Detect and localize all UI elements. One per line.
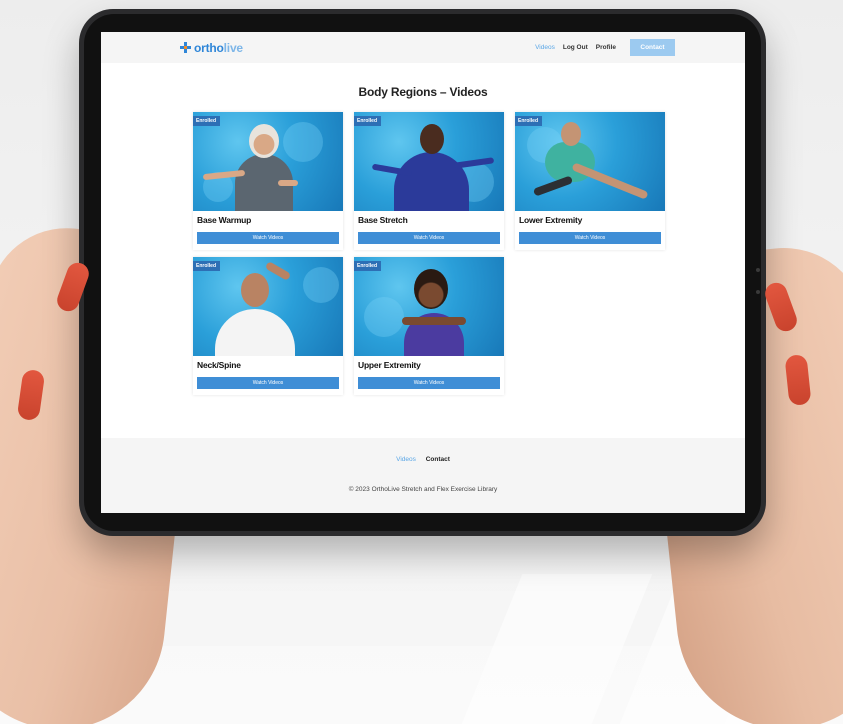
watch-videos-button[interactable]: Watch Videos	[519, 232, 661, 244]
nav-item-profile[interactable]: Profile	[596, 44, 616, 51]
video-card-lower-extremity[interactable]: Enrolled Lower Extremity Watch Videos	[515, 112, 665, 250]
main-nav: Videos Log Out Profile Contact	[535, 39, 675, 56]
enrolled-badge: Enrolled	[354, 116, 382, 126]
video-card-base-stretch[interactable]: Enrolled Base Stretch Watch Videos	[354, 112, 504, 250]
card-thumbnail[interactable]	[193, 112, 343, 211]
watch-videos-button[interactable]: Watch Videos	[197, 377, 339, 389]
cross-logo-icon	[180, 42, 191, 53]
logo[interactable]: ortholive	[180, 41, 243, 55]
card-thumbnail[interactable]	[354, 257, 504, 356]
logo-rest: live	[223, 40, 243, 55]
tablet-camera-icon	[756, 268, 760, 272]
watch-videos-button[interactable]: Watch Videos	[197, 232, 339, 244]
contact-button[interactable]: Contact	[630, 39, 675, 56]
video-card-neck-spine[interactable]: Enrolled Neck/Spine Watch Videos	[193, 257, 343, 395]
nav-item-logout[interactable]: Log Out	[563, 44, 588, 51]
enrolled-badge: Enrolled	[515, 116, 543, 126]
card-title: Base Stretch	[358, 215, 408, 225]
card-thumbnail[interactable]	[193, 257, 343, 356]
video-card-upper-extremity[interactable]: Enrolled Upper Extremity Watch Videos	[354, 257, 504, 395]
logo-brand: ortho	[194, 40, 224, 55]
card-title: Base Warmup	[197, 215, 252, 225]
video-card-grid: Enrolled Base Warmup Watch Videos Enroll…	[193, 112, 665, 395]
nav-item-videos[interactable]: Videos	[535, 44, 555, 51]
tablet-sensor-icon	[756, 290, 760, 294]
enrolled-badge: Enrolled	[193, 261, 221, 271]
video-card-base-warmup[interactable]: Enrolled Base Warmup Watch Videos	[193, 112, 343, 250]
footer-nav: Videos Contact	[101, 456, 745, 463]
card-title: Lower Extremity	[519, 215, 583, 225]
copyright: © 2023 OrthoLive Stretch and Flex Exerci…	[348, 486, 498, 493]
watch-videos-button[interactable]: Watch Videos	[358, 232, 500, 244]
page-title: Body Regions – Videos	[358, 85, 488, 99]
footer-nav-videos[interactable]: Videos	[396, 456, 416, 463]
footer-nav-contact[interactable]: Contact	[426, 456, 450, 463]
watch-videos-button[interactable]: Watch Videos	[358, 377, 500, 389]
card-thumbnail[interactable]	[354, 112, 504, 211]
logo-text: ortholive	[194, 41, 243, 55]
site-footer: Videos Contact © 2023 OrthoLive Stretch …	[101, 438, 745, 513]
site-header: ortholive Videos Log Out Profile Contact	[101, 32, 745, 63]
enrolled-badge: Enrolled	[193, 116, 221, 126]
card-title: Upper Extremity	[358, 360, 421, 370]
enrolled-badge: Enrolled	[354, 261, 382, 271]
card-thumbnail[interactable]	[515, 112, 665, 211]
tablet-screen: ortholive Videos Log Out Profile Contact…	[101, 32, 745, 513]
card-title: Neck/Spine	[197, 360, 241, 370]
